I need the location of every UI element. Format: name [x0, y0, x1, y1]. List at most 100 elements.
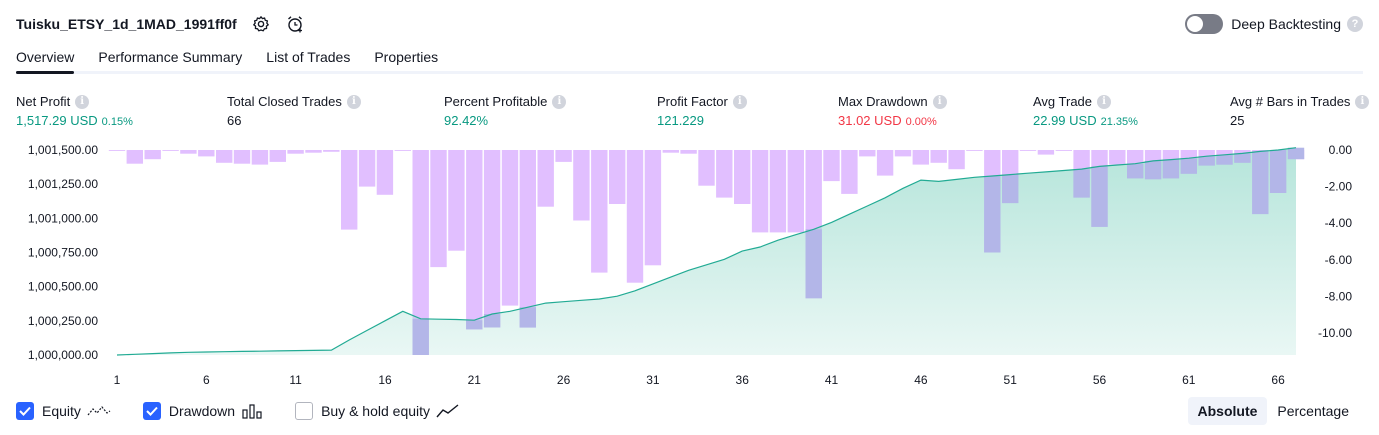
- right-axis-tick: -10.00: [1318, 326, 1352, 340]
- drawdown-bar: [144, 150, 161, 160]
- drawdown-bar-overlap: [1269, 150, 1287, 193]
- tab-list-of-trades[interactable]: List of Trades: [266, 44, 350, 71]
- info-icon[interactable]: i: [1355, 94, 1370, 109]
- drawdown-bar: [251, 150, 269, 165]
- equity-checkbox[interactable]: [16, 402, 34, 420]
- drawdown-bar: [644, 150, 662, 266]
- drawdown-bar: [537, 150, 554, 207]
- tab-properties[interactable]: Properties: [374, 44, 438, 71]
- drawdown-checkbox[interactable]: [142, 402, 161, 420]
- deep-backtesting: Deep Backtesting ?: [1185, 12, 1363, 36]
- drawdown-bar: [573, 150, 590, 221]
- percentage-button[interactable]: Percentage: [1267, 397, 1359, 425]
- drawdown-bar-overlap: [1162, 159, 1180, 179]
- drawdown-bar: [734, 150, 751, 204]
- buy-hold-line-icon: [436, 403, 460, 419]
- metric-percent-profitable: Percent Profitable i 92.42%: [444, 93, 567, 128]
- metric-avg-trade: Avg Trade i 22.99 USD 21.35%: [1033, 93, 1138, 128]
- info-icon[interactable]: i: [1097, 94, 1112, 109]
- left-axis-tick: 1,001,250.00: [28, 177, 98, 191]
- tab-overview[interactable]: Overview: [16, 44, 75, 74]
- buy-hold-checkbox[interactable]: [295, 402, 314, 420]
- right-axis-tick: -4.00: [1325, 216, 1353, 230]
- report-tabs: Overview Performance Summary List of Tra…: [16, 44, 1363, 74]
- drawdown-bar-overlap: [519, 307, 536, 328]
- metric-max-drawdown: Max Drawdown i 31.02 USD 0.00%: [838, 93, 947, 128]
- drawdown-bar: [341, 150, 358, 230]
- add-alert-icon[interactable]: [285, 14, 305, 34]
- drawdown-bar: [501, 150, 519, 306]
- drawdown-bar-overlap: [1180, 158, 1197, 174]
- drawdown-bar: [823, 150, 840, 182]
- drawdown-bar: [162, 150, 179, 151]
- legend-drawdown[interactable]: Drawdown: [142, 402, 263, 420]
- drawdown-bar-overlap: [805, 229, 822, 299]
- metric-label: Total Closed Trades: [227, 94, 342, 109]
- drawdown-label: Drawdown: [168, 403, 236, 419]
- right-axis: 0.00 -2.00 -4.00 -6.00 -8.00 -10.00: [1318, 143, 1352, 340]
- metric-label: Avg # Bars in Trades: [1230, 94, 1351, 109]
- metric-value: 31.02 USD: [838, 113, 902, 128]
- x-axis-tick: 6: [203, 373, 210, 387]
- deep-backtesting-label: Deep Backtesting: [1231, 16, 1341, 32]
- drawdown-bar: [966, 150, 983, 151]
- drawdown-bar: [591, 150, 608, 273]
- right-axis-tick: 0.00: [1329, 143, 1353, 157]
- info-icon[interactable]: i: [346, 94, 361, 109]
- metric-value: 22.99 USD: [1033, 113, 1097, 128]
- help-icon[interactable]: ?: [1347, 16, 1363, 32]
- absolute-button[interactable]: Absolute: [1187, 397, 1268, 425]
- tab-performance-summary[interactable]: Performance Summary: [98, 44, 242, 71]
- settings-icon[interactable]: [251, 14, 271, 34]
- deep-backtesting-toggle[interactable]: [1185, 14, 1224, 34]
- drawdown-bar: [930, 150, 947, 163]
- drawdown-bar: [108, 150, 126, 151]
- strategy-title: Tuisku_ETSY_1d_1MAD_1991ff0f: [16, 16, 237, 32]
- drawdown-bar: [216, 150, 233, 163]
- drawdown-bar: [1037, 150, 1055, 155]
- drawdown-bar: [376, 150, 394, 195]
- drawdown-bar: [483, 150, 501, 328]
- metric-label: Percent Profitable: [444, 94, 548, 109]
- drawdown-bar-overlap: [1091, 166, 1108, 227]
- metric-percent: 0.15%: [101, 116, 133, 128]
- metric-label: Net Profit: [16, 94, 71, 109]
- metric-avg-bars: Avg # Bars in Trades i 25: [1230, 93, 1370, 128]
- left-axis-tick: 1,000,250.00: [28, 314, 98, 328]
- x-axis-tick: 46: [914, 373, 928, 387]
- metric-percent: 21.35%: [1100, 116, 1138, 128]
- metric-total-closed-trades: Total Closed Trades i 66: [227, 93, 361, 128]
- x-axis-tick: 1: [114, 373, 121, 387]
- left-axis-tick: 1,001,500.00: [28, 143, 98, 157]
- x-axis-tick: 51: [1004, 373, 1018, 387]
- drawdown-bar: [448, 150, 465, 251]
- drawdown-bar-overlap: [1002, 174, 1019, 204]
- drawdown-bar: [626, 150, 644, 283]
- drawdown-bar-overlap: [1198, 156, 1215, 166]
- drawdown-bar-overlap: [1073, 169, 1090, 198]
- info-icon[interactable]: i: [732, 94, 747, 109]
- equity-drawdown-chart[interactable]: 1,000,000.00 1,000,250.00 1,000,500.00 1,00…: [0, 140, 1379, 390]
- left-axis-tick: 1,000,000.00: [28, 348, 98, 362]
- legend-equity[interactable]: Equity: [16, 402, 111, 420]
- drawdown-bar: [680, 150, 697, 154]
- left-axis: 1,000,000.00 1,000,250.00 1,000,500.00 1,00…: [28, 143, 98, 362]
- drawdown-bar: [430, 150, 447, 268]
- equity-label: Equity: [42, 403, 81, 419]
- metrics-row: Net Profit i 1,517.29 USD 0.15% Total Clos…: [0, 93, 1379, 133]
- drawdown-bar: [948, 150, 965, 170]
- drawdown-bar: [894, 150, 912, 157]
- x-axis: 1 6 11 16 21 26 31 36 41 46 51 56 61 66: [114, 373, 1285, 387]
- drawdown-bar: [751, 150, 769, 233]
- legend-buy-hold[interactable]: Buy & hold equity: [295, 402, 460, 420]
- drawdown-bar: [609, 150, 626, 204]
- drawdown-bar: [233, 150, 251, 164]
- right-axis-tick: -2.00: [1325, 180, 1353, 194]
- info-icon[interactable]: i: [552, 94, 567, 109]
- left-axis-tick: 1,001,000.00: [28, 211, 98, 225]
- drawdown-bar: [198, 150, 215, 157]
- info-icon[interactable]: i: [75, 94, 90, 109]
- drawdown-bar-overlap: [984, 176, 1001, 253]
- info-icon[interactable]: i: [932, 94, 947, 109]
- drawdown-bar: [394, 150, 411, 151]
